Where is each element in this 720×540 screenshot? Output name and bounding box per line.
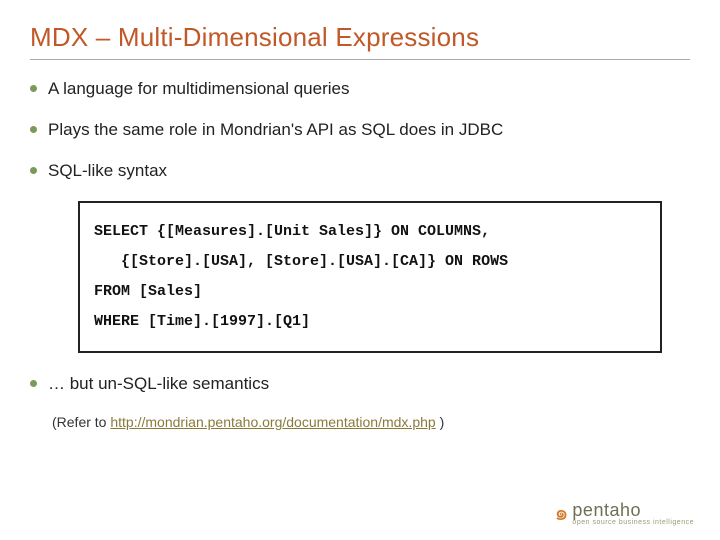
- code-example: SELECT {[Measures].[Unit Sales]} ON COLU…: [78, 201, 662, 353]
- swirl-icon: ๑: [554, 502, 568, 524]
- pentaho-logo: ๑ pentaho open source business intellige…: [554, 500, 694, 526]
- bullet-list-top: A language for multidimensional queries …: [30, 78, 690, 183]
- logo-brand: pentaho: [572, 500, 641, 520]
- reference-link[interactable]: http://mondrian.pentaho.org/documentatio…: [110, 414, 435, 430]
- bullet-item: Plays the same role in Mondrian's API as…: [30, 119, 690, 142]
- reference-prefix: (Refer to: [52, 414, 110, 430]
- bullet-item: … but un-SQL-like semantics: [30, 373, 690, 396]
- bullet-item: A language for multidimensional queries: [30, 78, 690, 101]
- slide-title: MDX – Multi-Dimensional Expressions: [30, 22, 690, 53]
- reference-line: (Refer to http://mondrian.pentaho.org/do…: [52, 414, 690, 430]
- title-underline: [30, 59, 690, 60]
- reference-suffix: ): [436, 414, 445, 430]
- slide: MDX – Multi-Dimensional Expressions A la…: [0, 0, 720, 540]
- bullet-list-bottom: … but un-SQL-like semantics: [30, 373, 690, 396]
- bullet-item: SQL-like syntax: [30, 160, 690, 183]
- logo-tagline: open source business intelligence: [572, 519, 694, 526]
